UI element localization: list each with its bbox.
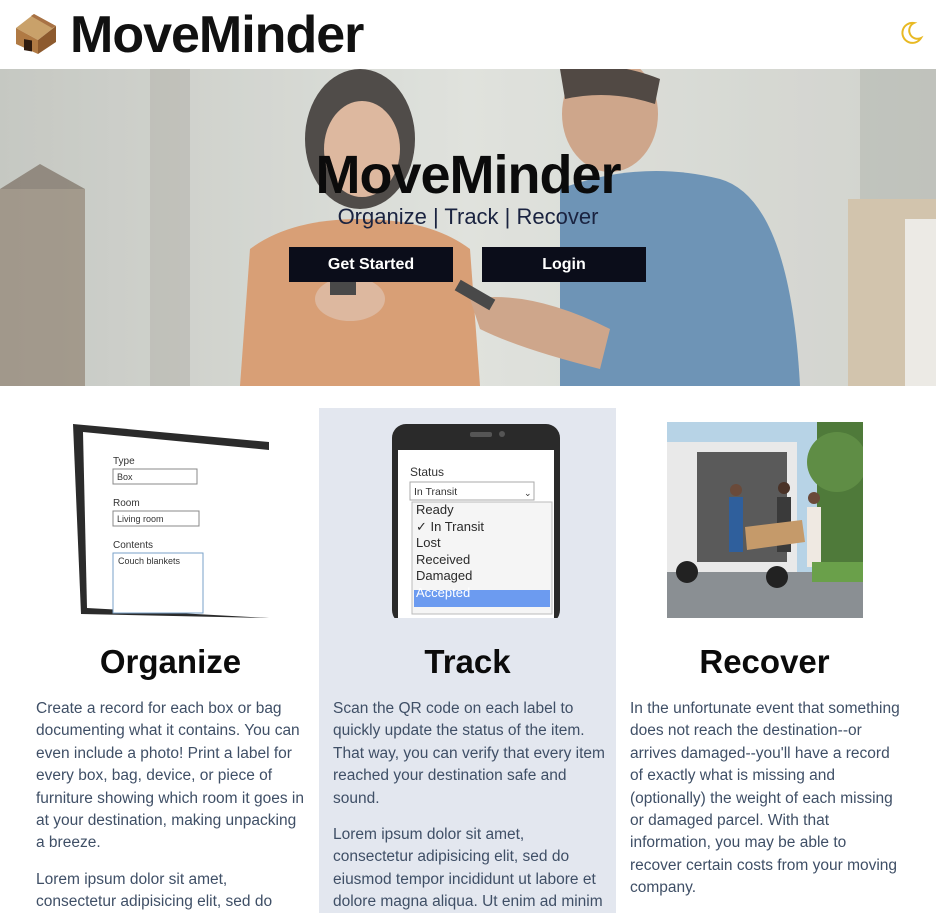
svg-text:⌄: ⌄	[524, 488, 532, 498]
type-value: Box	[117, 472, 133, 482]
moving-box-icon[interactable]	[12, 10, 60, 56]
status-option: Lost	[416, 535, 441, 550]
hero-title: MoveMinder	[315, 145, 621, 205]
paragraph: Create a record for each box or bag docu…	[36, 700, 304, 852]
brand-name[interactable]: MoveMinder	[70, 4, 364, 66]
room-label: Room	[113, 498, 140, 509]
feature-title: Organize	[99, 643, 242, 680]
hero-section: MoveMinder Organize | Track | Recover Ge…	[0, 69, 936, 386]
feature-organize: Type Box Room Living room Contents Couch…	[22, 408, 319, 913]
paragraph: Lorem ipsum dolor sit amet, consectetur …	[333, 826, 603, 911]
status-option: Received	[416, 551, 471, 567]
status-option: ✓ In Transit	[416, 518, 484, 534]
feature-track: Status In Transit ⌄ Ready ✓ In Transit Los…	[319, 408, 616, 913]
hero-subtitle: Organize | Track | Recover	[337, 204, 599, 229]
feature-description: Create a record for each box or bag docu…	[36, 698, 308, 913]
paragraph: Lorem ipsum dolor sit amet, consectetur …	[36, 870, 273, 911]
status-option: Damaged	[416, 568, 473, 583]
get-started-button[interactable]: Get Started	[289, 247, 453, 282]
status-value: In Transit	[414, 486, 457, 498]
room-value: Living room	[117, 514, 164, 524]
contents-value: Couch blankets	[118, 556, 181, 566]
paragraph: In the unfortunate event that something …	[630, 700, 900, 897]
moon-icon[interactable]	[898, 20, 924, 46]
feature-description: Scan the QR code on each label to quickl…	[333, 698, 605, 913]
type-label: Type	[113, 456, 135, 467]
paragraph: Scan the QR code on each label to quickl…	[333, 700, 605, 807]
organize-form-illustration: Type Box Room Living room Contents Couch…	[72, 424, 269, 618]
contents-label: Contents	[113, 540, 153, 551]
status-label: Status	[410, 465, 444, 479]
status-options-list: Ready ✓ In Transit Lost Received Damaged Acce…	[319, 502, 616, 612]
status-option: Accepted	[416, 584, 471, 600]
status-option: Ready	[416, 502, 454, 517]
feature-title: Recover	[699, 643, 830, 680]
feature-title: Track	[424, 643, 511, 680]
moving-truck-photo	[666, 422, 863, 618]
feature-recover: Recover In the unfortunate event that so…	[616, 408, 913, 913]
login-button[interactable]: Login	[482, 247, 646, 282]
feature-description: In the unfortunate event that something …	[630, 698, 902, 913]
top-bar: MoveMinder	[0, 0, 936, 69]
